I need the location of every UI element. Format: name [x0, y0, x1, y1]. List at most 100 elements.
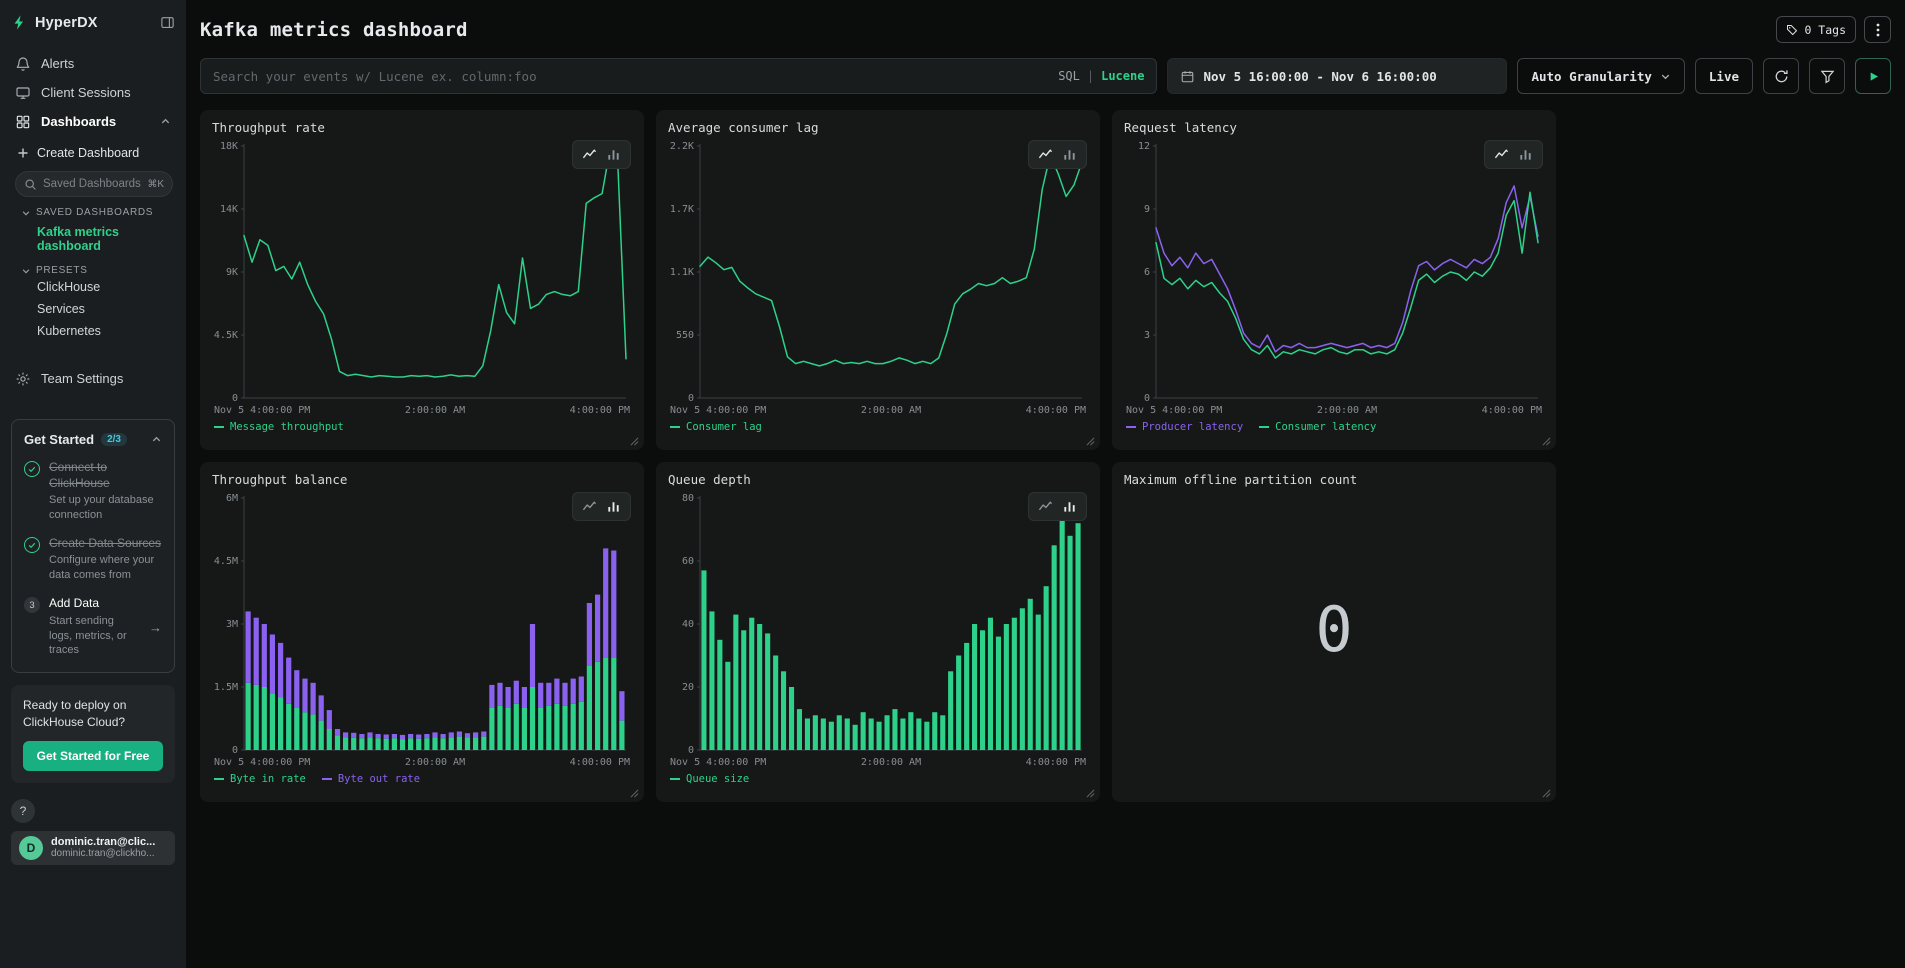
resize-handle[interactable]	[1542, 789, 1551, 798]
svg-text:40: 40	[682, 619, 694, 630]
collapse-sidebar-button[interactable]	[160, 15, 175, 30]
svg-text:60: 60	[682, 556, 694, 567]
svg-text:Nov 5 4:00:00 PM: Nov 5 4:00:00 PM	[670, 405, 766, 416]
legend-item[interactable]: Byte out rate	[322, 773, 420, 785]
legend-item[interactable]: Consumer latency	[1259, 421, 1376, 433]
app-root: HyperDX Alerts Client Sessions Dashboar	[0, 0, 1905, 968]
svg-text:6: 6	[1144, 267, 1150, 278]
legend-label: Byte out rate	[338, 773, 420, 785]
legend-item[interactable]: Byte in rate	[214, 773, 306, 785]
granularity-select[interactable]: Auto Granularity	[1517, 58, 1684, 94]
more-menu-button[interactable]	[1864, 16, 1891, 43]
legend-item[interactable]: Producer latency	[1126, 421, 1243, 433]
bar-chart-toggle[interactable]	[1062, 499, 1077, 514]
saved-dashboards-section-toggle[interactable]: SAVED DASHBOARDS	[13, 207, 175, 218]
svg-text:4:00:00 PM: 4:00:00 PM	[570, 757, 630, 768]
sidebar-item-team-settings[interactable]: Team Settings	[11, 364, 175, 393]
step-create-data-sources[interactable]: Create Data Sources Configure where your…	[24, 536, 162, 583]
brand-name: HyperDX	[35, 15, 98, 31]
line-chart-toggle[interactable]	[1038, 147, 1053, 162]
legend-dash-icon	[214, 778, 224, 780]
events-search-input[interactable]	[213, 69, 1048, 84]
panel-throughput-rate: Throughput rate 04.5K9K14K18KNov 5 4:00:…	[200, 110, 644, 450]
panel-title: Throughput rate	[212, 120, 632, 136]
get-started-title: Get Started	[24, 432, 94, 447]
refresh-button[interactable]	[1763, 58, 1799, 94]
step-subtitle: Configure where your data comes from	[49, 553, 162, 583]
filter-button[interactable]	[1809, 58, 1845, 94]
chart-canvas: 020406080Nov 5 4:00:00 PM2:00:00 AM4:00:…	[668, 490, 1088, 772]
svg-text:6M: 6M	[226, 493, 238, 504]
saved-dashboards-search-input[interactable]	[43, 178, 141, 190]
step-subtitle: Start sending logs, metrics, or traces	[49, 614, 140, 659]
step-number-badge: 3	[24, 597, 40, 613]
sidebar-item-kubernetes[interactable]: Kubernetes	[13, 320, 175, 342]
svg-text:1.7K: 1.7K	[670, 204, 694, 215]
legend-item[interactable]: Message throughput	[214, 421, 344, 433]
sidebar-item-kafka-metrics-dashboard[interactable]: Kafka metrics dashboard	[13, 218, 175, 256]
line-chart-toggle[interactable]	[582, 147, 597, 162]
big-number-value: 0	[1315, 593, 1352, 666]
legend-label: Message throughput	[230, 421, 344, 433]
resize-handle[interactable]	[1542, 437, 1551, 446]
legend-label: Producer latency	[1142, 421, 1243, 433]
step-title: Connect to ClickHouse	[49, 460, 162, 491]
resize-handle[interactable]	[1086, 437, 1095, 446]
date-range-picker[interactable]: Nov 5 16:00:00 - Nov 6 16:00:00	[1167, 58, 1507, 94]
svg-text:4.5M: 4.5M	[214, 556, 238, 567]
legend-item[interactable]: Queue size	[670, 773, 749, 785]
svg-text:Nov 5 4:00:00 PM: Nov 5 4:00:00 PM	[1126, 405, 1222, 416]
bar-chart-toggle[interactable]	[606, 499, 621, 514]
sidebar-item-alerts[interactable]: Alerts	[11, 49, 175, 78]
step-add-data[interactable]: 3 Add Data Start sending logs, metrics, …	[24, 596, 162, 658]
line-chart-toggle[interactable]	[582, 499, 597, 514]
legend-label: Byte in rate	[230, 773, 306, 785]
user-email: dominic.tran@clickho...	[51, 848, 155, 859]
svg-text:1.5M: 1.5M	[214, 682, 238, 693]
bar-chart-toggle[interactable]	[1518, 147, 1533, 162]
get-started-free-button[interactable]: Get Started for Free	[23, 741, 163, 771]
bell-icon	[15, 56, 31, 72]
create-dashboard-button[interactable]: Create Dashboard	[13, 140, 175, 166]
user-menu[interactable]: D dominic.tran@clic... dominic.tran@clic…	[11, 831, 175, 865]
sidebar-item-services[interactable]: Services	[13, 298, 175, 320]
chart-legend: Producer latency Consumer latency	[1124, 421, 1544, 433]
kebab-menu-icon	[1876, 23, 1880, 37]
events-search[interactable]: SQL | Lucene	[200, 58, 1157, 94]
chevron-down-icon	[21, 208, 31, 218]
line-chart-toggle[interactable]	[1494, 147, 1509, 162]
resize-handle[interactable]	[630, 789, 639, 798]
legend-item[interactable]: Consumer lag	[670, 421, 762, 433]
run-query-button[interactable]	[1855, 58, 1891, 94]
resize-handle[interactable]	[630, 437, 639, 446]
bar-chart-toggle[interactable]	[1062, 147, 1077, 162]
sidebar-item-clickhouse[interactable]: ClickHouse	[13, 276, 175, 298]
help-button[interactable]: ?	[11, 799, 35, 823]
panel-request-latency: Request latency 036912Nov 5 4:00:00 PM2:…	[1112, 110, 1556, 450]
sql-toggle[interactable]: SQL	[1058, 69, 1080, 83]
resize-handle[interactable]	[1086, 789, 1095, 798]
svg-text:2:00:00 AM: 2:00:00 AM	[861, 757, 921, 768]
presets-section-toggle[interactable]: PRESETS	[13, 265, 175, 276]
legend-label: Consumer latency	[1275, 421, 1376, 433]
saved-dashboards-search[interactable]: ⌘K	[15, 171, 173, 197]
step-connect-clickhouse[interactable]: Connect to ClickHouse Set up your databa…	[24, 460, 162, 523]
shortcut-badge: ⌘K	[147, 179, 164, 190]
chart-legend: Consumer lag	[668, 421, 1088, 433]
legend-dash-icon	[1259, 426, 1269, 428]
tags-button[interactable]: 0 Tags	[1776, 16, 1856, 43]
svg-text:2:00:00 AM: 2:00:00 AM	[861, 405, 921, 416]
refresh-icon	[1774, 69, 1789, 84]
svg-text:4:00:00 PM: 4:00:00 PM	[1026, 405, 1086, 416]
bar-chart-toggle[interactable]	[606, 147, 621, 162]
line-chart-toggle[interactable]	[1038, 499, 1053, 514]
chart-type-controls	[572, 140, 631, 169]
svg-text:2:00:00 AM: 2:00:00 AM	[1317, 405, 1377, 416]
svg-text:0: 0	[232, 745, 238, 756]
live-button[interactable]: Live	[1695, 58, 1753, 94]
sidebar-item-dashboards[interactable]: Dashboards	[11, 107, 175, 136]
sidebar-item-client-sessions[interactable]: Client Sessions	[11, 78, 175, 107]
svg-text:3: 3	[1144, 330, 1150, 341]
lucene-toggle[interactable]: Lucene	[1101, 69, 1144, 83]
get-started-header[interactable]: Get Started 2/3	[24, 432, 162, 447]
